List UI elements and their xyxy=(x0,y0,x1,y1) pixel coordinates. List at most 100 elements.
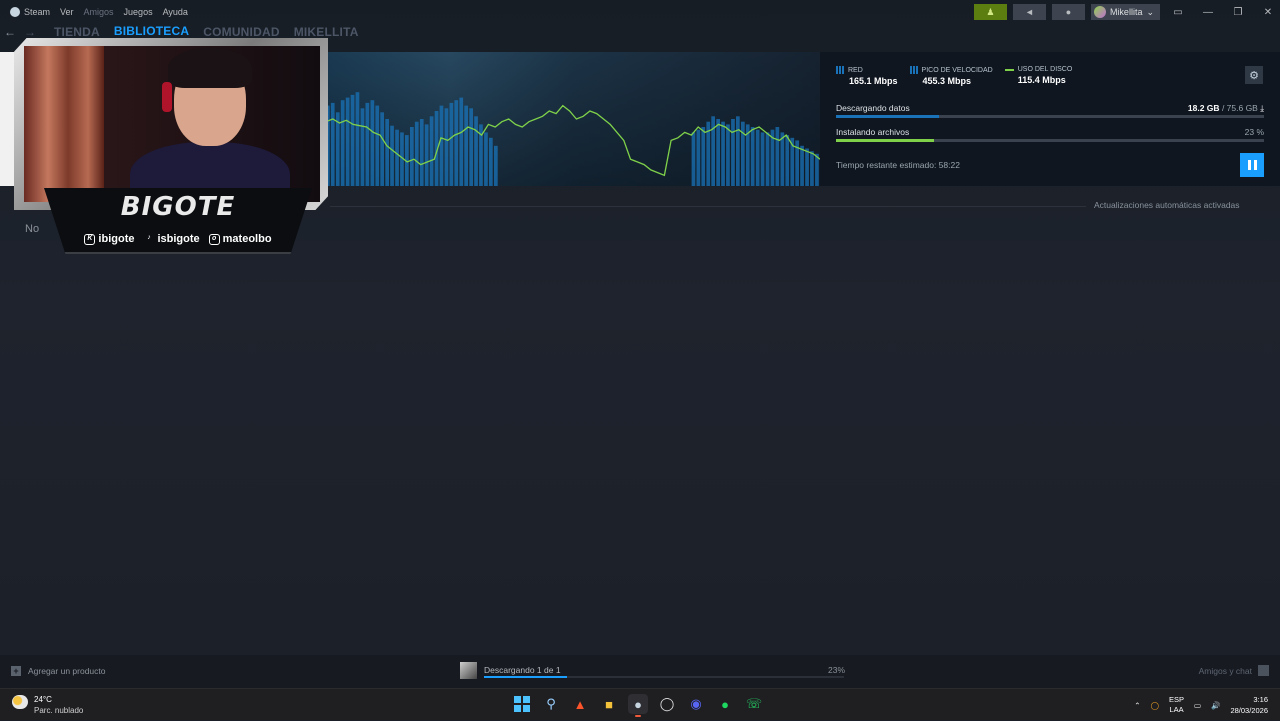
monitor-icon: ▭ xyxy=(1173,6,1183,18)
network-bar xyxy=(424,124,429,186)
headset-icon xyxy=(162,82,172,112)
language-indicator[interactable]: ESP LAA xyxy=(1169,695,1184,715)
social-handles: Kibigote ♪ isbigote o mateolbo xyxy=(44,233,312,245)
bars-icon xyxy=(836,66,844,74)
steam-logo-icon xyxy=(10,7,20,17)
notifications-button[interactable]: ● xyxy=(1051,4,1085,20)
user-menu-button[interactable]: Mikellita ⌄ xyxy=(1090,4,1160,20)
start-button[interactable] xyxy=(512,694,532,714)
network-bar xyxy=(721,121,725,186)
file-explorer-app[interactable]: ■ xyxy=(599,694,619,714)
network-bar xyxy=(731,119,735,186)
download-settings-button[interactable]: ⚙ xyxy=(1245,66,1263,84)
network-bar xyxy=(385,119,389,186)
network-bar xyxy=(474,116,478,186)
network-bar xyxy=(419,119,424,186)
system-tray: ⌃ ◯ ESP LAA ▭ 🔊 3:16 28/03/2026 xyxy=(1134,689,1280,721)
network-bar xyxy=(810,151,814,186)
webcam-frame xyxy=(14,38,328,210)
network-bar xyxy=(380,112,384,186)
microphone-icon[interactable]: ◯ xyxy=(1151,701,1159,710)
spotify-app[interactable]: ● xyxy=(715,694,735,714)
twitch-kick-icon: K xyxy=(84,233,96,245)
brave-icon: ▲ xyxy=(573,696,587,712)
network-bar xyxy=(736,116,740,186)
download-progress-fill xyxy=(836,115,939,118)
tab-profile[interactable]: MIKELLITA xyxy=(294,25,359,39)
game-thumbnail[interactable] xyxy=(460,662,477,679)
time-remaining: Tiempo restante estimado: 58:22 xyxy=(836,160,960,170)
network-bar xyxy=(469,108,473,186)
avatar xyxy=(1093,6,1106,18)
volume-icon[interactable]: 🔊 xyxy=(1211,701,1220,710)
menu-ver[interactable]: Ver xyxy=(60,7,74,17)
menu-steam[interactable]: Steam xyxy=(10,7,50,17)
announcements-button[interactable]: ◄ xyxy=(1012,4,1046,20)
network-bar xyxy=(484,132,488,186)
tab-comunidad[interactable]: COMUNIDAD xyxy=(203,25,279,39)
network-bar xyxy=(701,127,706,186)
chevron-up-icon[interactable]: ⌃ xyxy=(1134,701,1140,710)
download-progress-row: Descargando datos 18.2 GB / 75.6 GB ⤓ xyxy=(836,103,1264,118)
friends-chat-button[interactable]: Amigos y chat xyxy=(1199,665,1269,676)
network-icon[interactable]: ▭ xyxy=(1194,701,1201,710)
pause-icon xyxy=(1247,160,1251,170)
network-bar xyxy=(330,102,335,186)
weather-widget[interactable]: 24°C Parc. nublado xyxy=(12,695,83,715)
line-icon xyxy=(1004,68,1014,71)
forward-arrow-icon[interactable]: → xyxy=(20,25,40,39)
bars-icon xyxy=(909,66,918,74)
menu-amigos[interactable]: Amigos xyxy=(84,7,114,17)
network-bar xyxy=(800,145,804,186)
menu-juegos[interactable]: Juegos xyxy=(124,7,153,17)
download-stats: RED 165.1 Mbps PICO DE VELOCIDAD 455.3 M… xyxy=(836,66,1072,86)
search-button[interactable]: ⚲ xyxy=(541,694,561,714)
steam-bottom-bar: + Agregar un producto Descargando 1 de 1… xyxy=(0,655,1280,688)
username: Mikellita xyxy=(1109,7,1143,17)
big-picture-button[interactable]: ▭ xyxy=(1166,4,1190,20)
network-bar xyxy=(444,108,449,186)
install-progress-fill xyxy=(836,139,935,142)
download-status[interactable]: Descargando 1 de 1 xyxy=(484,665,561,675)
friends-activity-button[interactable]: ♟ xyxy=(973,4,1007,20)
maximize-icon: ❐ xyxy=(1233,6,1243,18)
install-progress-bar xyxy=(836,139,1264,142)
add-product-button[interactable]: + Agregar un producto xyxy=(11,666,106,676)
divider xyxy=(330,206,1086,207)
pause-button[interactable] xyxy=(1240,153,1264,177)
stat-peak: PICO DE VELOCIDAD 455.3 Mbps xyxy=(909,66,993,86)
network-bar xyxy=(716,119,720,186)
discord-app[interactable]: ◉ xyxy=(686,694,706,714)
bottom-download-fill xyxy=(484,676,567,678)
network-bar xyxy=(410,127,414,186)
streamer-logo: BIGOTE xyxy=(120,192,236,222)
network-bar xyxy=(760,132,765,186)
whatsapp-icon: ☏ xyxy=(745,696,763,711)
maximize-button[interactable]: ❐ xyxy=(1226,4,1250,20)
temperature: 24°C xyxy=(34,695,52,704)
clock[interactable]: 3:16 28/03/2026 xyxy=(1230,694,1268,716)
network-bar xyxy=(454,100,459,186)
gear-icon: ⚙ xyxy=(1249,69,1259,82)
minimize-button[interactable]: — xyxy=(1196,4,1220,20)
whatsapp-app[interactable]: ☏ xyxy=(744,694,764,714)
install-progress-row: Instalando archivos 23 % xyxy=(836,127,1264,142)
steam-window: Steam Ver Amigos Juegos Ayuda ♟ ◄ ● Mike… xyxy=(0,0,1280,688)
steam-app[interactable]: ● xyxy=(628,694,648,717)
network-bar xyxy=(340,100,345,186)
back-arrow-icon[interactable]: ← xyxy=(0,25,20,39)
close-button[interactable]: ✕ xyxy=(1256,4,1280,20)
bell-icon: ● xyxy=(1065,7,1072,17)
instagram-icon: o xyxy=(208,233,220,245)
tab-tienda[interactable]: TIENDA xyxy=(54,25,100,39)
network-bar xyxy=(395,129,399,186)
chevron-down-icon: ⌄ xyxy=(1146,6,1154,17)
date: 28/03/2026 xyxy=(1230,706,1268,715)
webcam-overlay: BIGOTE Kibigote ♪ isbigote o mateolbo xyxy=(14,38,328,256)
network-bar xyxy=(350,94,355,186)
network-bar xyxy=(775,127,780,186)
menu-ayuda[interactable]: Ayuda xyxy=(163,7,188,17)
windows-icon xyxy=(514,696,530,712)
brave-app[interactable]: ▲ xyxy=(570,694,590,714)
obs-app[interactable]: ◯ xyxy=(657,694,677,714)
